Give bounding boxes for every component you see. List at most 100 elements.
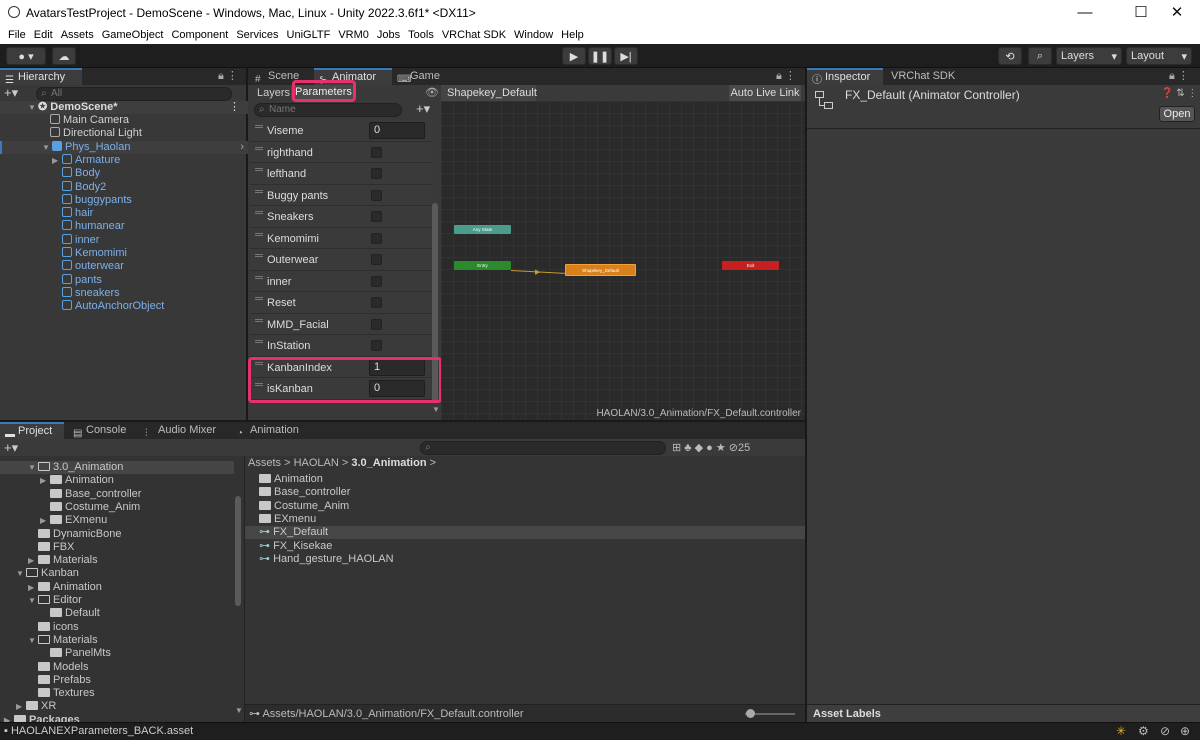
parameter-bool-checkbox[interactable] — [371, 211, 382, 222]
parameter-bool-checkbox[interactable] — [371, 340, 382, 351]
parameter-bool-checkbox[interactable] — [371, 168, 382, 179]
hierarchy-search-input[interactable]: ⌕ All — [36, 87, 232, 101]
folder-tree-item[interactable]: Costume_Anim — [0, 501, 234, 514]
expand-arrow-icon[interactable]: ▼ — [28, 461, 38, 474]
parameter-row[interactable]: InStation — [250, 335, 432, 357]
package-icon[interactable]: ⚙ — [1138, 724, 1149, 738]
tab-options[interactable]: 🔒︎ ⋮ — [218, 69, 238, 83]
folder-tree-item[interactable]: ▶ Animation — [0, 581, 234, 594]
folder-tree-item[interactable]: ▶ XR — [0, 700, 234, 713]
menu-component[interactable]: Component — [167, 29, 232, 41]
drag-handle-icon[interactable] — [255, 232, 263, 236]
drag-handle-icon[interactable] — [255, 297, 263, 300]
close-button[interactable]: ✕ — [1154, 0, 1200, 26]
state-graph-canvas[interactable]: Any State Entry ▶ Shapekey_Default Exit … — [441, 101, 805, 420]
breadcrumb-assets[interactable]: Assets — [248, 457, 281, 469]
menu-vrm0[interactable]: VRM0 — [334, 29, 373, 41]
parameter-row[interactable]: inner — [250, 270, 432, 292]
hierarchy-item[interactable]: sneakers — [0, 286, 248, 300]
tab-options[interactable]: 🔒︎ ⋮ — [1169, 69, 1189, 83]
tree-scrollbar[interactable] — [235, 496, 241, 606]
hierarchy-item[interactable]: Body — [0, 167, 248, 180]
entry-node[interactable]: Entry — [454, 261, 511, 270]
expand-arrow-icon[interactable]: ▼ — [42, 141, 52, 154]
project-file-item[interactable]: ⊶ FX_Default — [245, 526, 805, 540]
menu-help[interactable]: Help — [557, 29, 588, 41]
drag-handle-icon[interactable] — [255, 168, 263, 171]
scene-row[interactable]: ▼ ✪ DemoScene* ⋮ — [0, 101, 248, 115]
hierarchy-item[interactable]: ▼ Phys_Haolan › — [0, 140, 248, 154]
drag-handle-icon[interactable] — [255, 254, 263, 257]
folder-tree-item[interactable]: icons — [0, 621, 234, 634]
drag-handle-icon[interactable] — [255, 189, 263, 193]
drag-handle-icon[interactable] — [255, 275, 263, 279]
chevron-right-icon[interactable]: › — [240, 141, 244, 154]
create-button[interactable]: +▾ — [4, 85, 18, 101]
tab-inspector[interactable]: ⓘ Inspector — [807, 68, 883, 86]
hierarchy-item[interactable]: Body2 — [0, 180, 248, 194]
folder-tree-item[interactable]: PanelMts — [0, 647, 234, 660]
tab-vrchat-sdk[interactable]: VRChat SDK — [885, 68, 965, 85]
hierarchy-item[interactable]: humanear — [0, 220, 248, 233]
expand-arrow-icon[interactable]: ▶ — [40, 474, 50, 487]
scroll-down-icon[interactable]: ▼ — [432, 405, 440, 414]
parameter-bool-checkbox[interactable] — [371, 189, 382, 201]
background-task-icon[interactable]: ✳ — [1116, 724, 1126, 738]
project-file-item[interactable]: ⊶ FX_Kisekae — [245, 540, 805, 553]
hierarchy-item[interactable]: inner — [0, 233, 248, 247]
parameter-bool-checkbox[interactable] — [371, 232, 382, 244]
layout-dropdown[interactable]: Layout ▾ — [1126, 47, 1192, 65]
asset-labels-bar[interactable]: Asset Labels — [807, 704, 1200, 722]
eye-icon[interactable]: 👁︎ — [425, 86, 439, 99]
menu-assets[interactable]: Assets — [57, 29, 98, 41]
menu-window[interactable]: Window — [510, 29, 557, 41]
search-filter-icon[interactable]: ⊞ — [672, 442, 681, 454]
parameter-search-input[interactable]: ⌕ Name — [254, 103, 402, 117]
layers-dropdown[interactable]: Layers ▾ — [1056, 47, 1122, 65]
project-file-item[interactable]: Base_controller — [245, 486, 805, 499]
tab-options[interactable]: 🔒︎ ⋮ — [776, 69, 796, 83]
folder-tree-item[interactable]: ▶ Animation — [0, 474, 234, 487]
add-parameter-button[interactable]: +▾ — [416, 101, 430, 117]
cloud-button[interactable]: ☁ — [52, 47, 76, 65]
hierarchy-item[interactable]: hair — [0, 207, 248, 220]
tab-layers[interactable]: Layers — [257, 86, 290, 100]
tab-game[interactable]: ⌨ Game — [392, 68, 452, 85]
parameter-bool-checkbox[interactable] — [371, 275, 382, 287]
folder-tree-item[interactable]: ▼ Kanban — [0, 567, 234, 580]
more-icon[interactable]: ⋮ — [1187, 88, 1197, 99]
project-file-item[interactable]: Costume_Anim — [245, 500, 805, 513]
parameter-row[interactable]: MMD_Facial — [250, 313, 432, 335]
parameter-bool-checkbox[interactable] — [371, 297, 382, 308]
menu-vrchat-sdk[interactable]: VRChat SDK — [438, 29, 510, 41]
drag-handle-icon[interactable] — [255, 125, 263, 128]
tab-console[interactable]: ▤ Console — [68, 422, 134, 439]
parameter-bool-checkbox[interactable] — [371, 318, 382, 330]
parameter-row[interactable]: Outerwear — [250, 249, 432, 271]
expand-arrow-icon[interactable]: ▼ — [16, 567, 26, 580]
history-button[interactable]: ⟲ — [998, 47, 1022, 65]
expand-arrow-icon[interactable]: ▶ — [16, 700, 26, 713]
pause-button[interactable]: ❚❚ — [588, 47, 612, 65]
parameter-bool-checkbox[interactable] — [371, 146, 382, 158]
expand-arrow-icon[interactable]: ▶ — [40, 514, 50, 527]
hierarchy-item[interactable]: pants — [0, 273, 248, 287]
expand-arrow-icon[interactable]: ▼ — [28, 634, 38, 647]
parameter-value-field[interactable]: 0 — [369, 122, 425, 139]
project-file-item[interactable]: ⊶ Hand_gesture_HAOLAN — [245, 553, 805, 566]
search-button[interactable]: ⌕ — [1028, 47, 1052, 65]
folder-tree-item[interactable]: Textures — [0, 687, 234, 700]
drag-handle-icon[interactable] — [255, 211, 263, 214]
status-message[interactable]: ▪ HAOLANEXParameters_BACK.asset — [4, 725, 193, 737]
drag-handle-icon[interactable] — [255, 340, 263, 343]
folder-tree-item[interactable]: Base_controller — [0, 488, 234, 501]
project-filter-icons[interactable]: ⊞ ♣ ◆ ● ★ ⊘25 — [672, 441, 750, 454]
hierarchy-item[interactable]: buggypants — [0, 193, 248, 207]
folder-tree-item[interactable]: ▼ 3.0_Animation — [0, 461, 234, 475]
expand-arrow-icon[interactable]: ▶ — [28, 581, 38, 594]
label-filter-icon[interactable]: ◆ — [695, 442, 703, 454]
parameter-row[interactable]: lefthand — [250, 163, 432, 185]
folder-tree-item[interactable]: ▶ Materials — [0, 554, 234, 567]
hierarchy-item[interactable]: outerwear — [0, 260, 248, 273]
folder-tree-item[interactable]: Models — [0, 661, 234, 674]
